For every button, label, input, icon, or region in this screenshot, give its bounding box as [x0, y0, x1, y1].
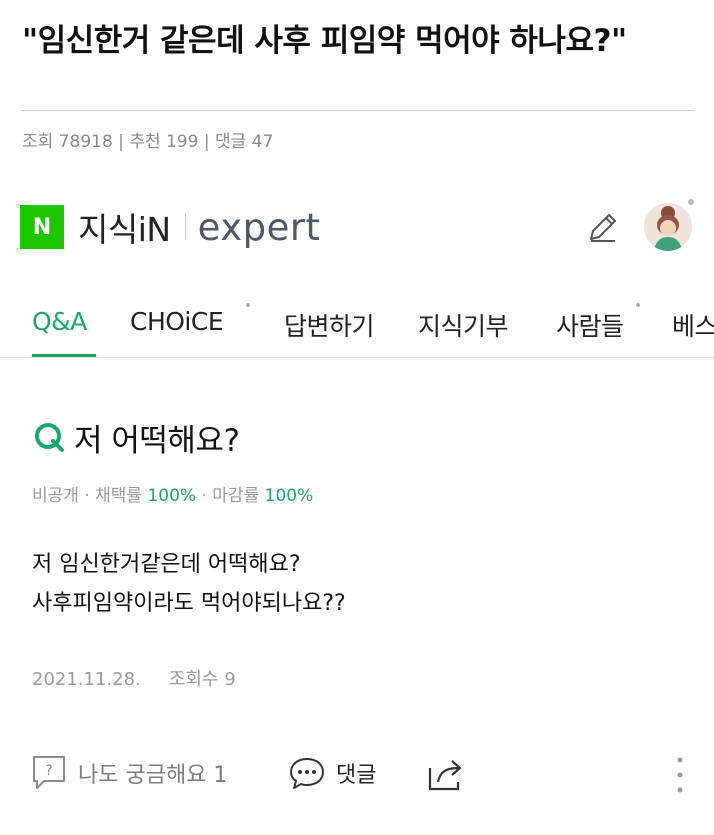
question-header: 저 어떡해요? [32, 417, 240, 459]
title-divider [22, 110, 695, 111]
question-body-line: 저 임신한거같은데 어떡해요? [32, 552, 301, 577]
embedded-screenshot: N 지식iN expert Q&A CHOiCE 답변하기 지식기부 사람들 베… [0, 185, 714, 835]
like-count: 추천 199 [129, 132, 199, 152]
naver-logo[interactable]: N [20, 205, 64, 249]
stats-separator: · [78, 486, 96, 506]
adopt-rate-label: 채택률 [95, 486, 148, 506]
question-views: 조회수 9 [168, 669, 236, 690]
asker-name: 비공개 [32, 486, 79, 506]
comment-count: 댓글 47 [215, 132, 274, 152]
tab-people[interactable]: 사람들 [556, 307, 624, 343]
speech-bubble-icon [290, 758, 324, 789]
question-title: 저 어떡해요? [74, 422, 240, 459]
tab-choice[interactable]: CHOiCE [130, 307, 224, 336]
question-body-line: 사후피임약이라도 먹어야되나요?? [32, 591, 346, 616]
svg-text:?: ? [45, 763, 52, 779]
question-body: 저 임신한거같은데 어떡해요? 사후피임약이라도 먹어야되나요?? [32, 545, 346, 623]
question-box-icon: ? [33, 756, 65, 789]
share-icon[interactable] [426, 756, 468, 792]
post-title: "임신한거 같은데 사후 피임약 먹어야 하나요?" [22, 23, 627, 59]
q-mark-icon [35, 423, 64, 452]
brand-divider [184, 214, 186, 240]
notification-dot [688, 199, 694, 205]
question-date: 2021.11.28. [32, 669, 141, 690]
tab-new-dot [636, 303, 640, 307]
expert-link[interactable]: expert [198, 206, 321, 249]
curious-button[interactable]: ? 나도 궁금해요 1 [32, 755, 227, 791]
adopt-rate-value: 100% [147, 486, 197, 506]
meta-separator: | [198, 132, 215, 152]
asker-stats: 비공개 · 채택률 100% · 마감률 100% [32, 481, 313, 506]
tab-donate[interactable]: 지식기부 [418, 307, 509, 343]
close-rate-value: 100% [264, 486, 314, 506]
tab-answer[interactable]: 답변하기 [284, 307, 375, 343]
tab-best[interactable]: 베스 [672, 307, 714, 343]
action-bar: ? 나도 궁금해요 1 댓글 [0, 750, 714, 800]
tab-new-dot [246, 303, 250, 307]
more-vertical-icon[interactable] [670, 754, 690, 796]
comment-label: 댓글 [336, 763, 377, 788]
question-info: 2021.11.28. 조회수 9 [32, 665, 236, 691]
tab-bar: Q&A CHOiCE 답변하기 지식기부 사람들 베스 [0, 293, 714, 357]
meta-separator: | [112, 132, 130, 152]
brand-name[interactable]: 지식iN [78, 203, 171, 251]
post-meta: 조회 78918 | 추천 199 | 댓글 47 [22, 127, 273, 152]
view-count: 조회 78918 [22, 132, 113, 152]
curious-label: 나도 궁금해요 1 [78, 763, 228, 788]
avatar-illustration [644, 203, 692, 251]
profile-avatar[interactable] [644, 203, 692, 251]
comment-button[interactable]: 댓글 [288, 755, 376, 791]
tabs-divider [0, 357, 714, 358]
app-header: N 지식iN expert [20, 205, 321, 249]
close-rate-label: 마감률 [212, 486, 265, 506]
stats-separator: · [196, 486, 213, 506]
pencil-icon[interactable] [585, 209, 621, 245]
tab-qna[interactable]: Q&A [32, 307, 87, 336]
